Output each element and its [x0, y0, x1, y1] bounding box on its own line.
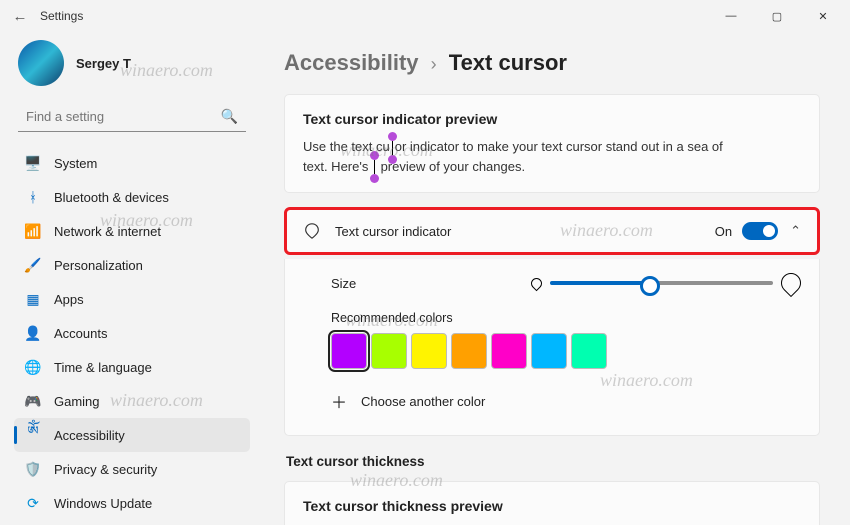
sidebar-item-label: Personalization [54, 258, 143, 273]
bluetooth-icon: ᚼ [24, 188, 42, 206]
sidebar-item-system[interactable]: 🖥️ System [14, 146, 250, 180]
user-name: Sergey T [76, 56, 131, 71]
size-slider[interactable] [550, 281, 773, 285]
preview-card: Text cursor indicator preview Use the te… [284, 94, 820, 193]
network-icon: 📶 [24, 222, 42, 240]
sidebar-item-time[interactable]: 🌐 Time & language [14, 350, 250, 384]
user-avatar[interactable] [18, 40, 64, 86]
sidebar-item-label: Accessibility [54, 428, 125, 443]
system-icon: 🖥️ [24, 154, 42, 172]
search-input-wrapper[interactable]: 🔍 [18, 102, 246, 132]
chevron-right-icon: › [431, 54, 437, 74]
preview-heading: Text cursor indicator preview [303, 111, 801, 127]
indicator-subpanel: Size Recommended colors ＋ Choose another… [284, 259, 820, 436]
sidebar-item-label: Apps [54, 292, 84, 307]
sidebar-item-label: System [54, 156, 97, 171]
text-cursor-indicator-row[interactable]: Text cursor indicator On ⌃ [284, 207, 820, 255]
search-input[interactable] [26, 109, 221, 124]
sidebar-item-privacy[interactable]: 🛡️ Privacy & security [14, 452, 250, 486]
recommended-colors-label: Recommended colors [331, 311, 801, 325]
size-max-icon [777, 269, 805, 297]
sidebar-item-apps[interactable]: ▦ Apps [14, 282, 250, 316]
sidebar-item-label: Time & language [54, 360, 152, 375]
cursor-indicator-demo-2 [374, 160, 375, 174]
gaming-icon: 🎮 [24, 392, 42, 410]
sidebar-item-accounts[interactable]: 👤 Accounts [14, 316, 250, 350]
choose-another-color[interactable]: ＋ Choose another color [331, 385, 801, 417]
indicator-state: On [715, 224, 732, 239]
sidebar-item-network[interactable]: 📶 Network & internet [14, 214, 250, 248]
sidebar-item-label: Gaming [54, 394, 100, 409]
indicator-icon [303, 222, 321, 240]
sidebar-item-update[interactable]: ⟳ Windows Update [14, 486, 250, 520]
cursor-indicator-demo-1 [392, 141, 393, 155]
personalization-icon: 🖌️ [24, 256, 42, 274]
sidebar-item-gaming[interactable]: 🎮 Gaming [14, 384, 250, 418]
chevron-up-icon[interactable]: ⌃ [790, 223, 801, 239]
minimize-button[interactable]: — [708, 0, 754, 32]
sidebar-item-accessibility[interactable]: ༀ Accessibility [14, 418, 250, 452]
update-icon: ⟳ [24, 494, 42, 512]
color-swatch-6[interactable] [571, 333, 607, 369]
preview-text: Use the text cuor indicator to make your… [303, 137, 743, 176]
indicator-toggle[interactable] [742, 222, 778, 240]
back-button[interactable]: ← [4, 8, 36, 25]
color-swatch-3[interactable] [451, 333, 487, 369]
breadcrumb-parent[interactable]: Accessibility [284, 50, 419, 75]
sidebar-item-personalization[interactable]: 🖌️ Personalization [14, 248, 250, 282]
thickness-section-title: Text cursor thickness [286, 454, 820, 469]
maximize-button[interactable]: ▢ [754, 0, 800, 32]
plus-icon: ＋ [331, 389, 347, 413]
apps-icon: ▦ [24, 290, 42, 308]
indicator-label: Text cursor indicator [335, 224, 715, 239]
thickness-preview-heading: Text cursor thickness preview [303, 498, 801, 514]
size-label: Size [331, 276, 531, 291]
color-swatch-0[interactable] [331, 333, 367, 369]
sidebar-item-label: Privacy & security [54, 462, 157, 477]
time-icon: 🌐 [24, 358, 42, 376]
privacy-icon: 🛡️ [24, 460, 42, 478]
close-button[interactable]: ✕ [800, 0, 846, 32]
thickness-preview-card: Text cursor thickness preview Here's a p… [284, 481, 820, 525]
breadcrumb-current: Text cursor [449, 50, 567, 75]
color-swatch-4[interactable] [491, 333, 527, 369]
accessibility-icon: ༀ [24, 426, 42, 444]
window-title: Settings [40, 9, 83, 23]
color-swatch-1[interactable] [371, 333, 407, 369]
accounts-icon: 👤 [24, 324, 42, 342]
size-min-icon [529, 275, 545, 291]
sidebar-item-label: Bluetooth & devices [54, 190, 169, 205]
search-icon: 🔍 [221, 108, 238, 125]
sidebar-item-label: Windows Update [54, 496, 152, 511]
sidebar-item-label: Accounts [54, 326, 107, 341]
breadcrumb: Accessibility › Text cursor [284, 50, 820, 76]
color-swatch-2[interactable] [411, 333, 447, 369]
color-swatch-5[interactable] [531, 333, 567, 369]
sidebar-item-bluetooth[interactable]: ᚼ Bluetooth & devices [14, 180, 250, 214]
sidebar-item-label: Network & internet [54, 224, 161, 239]
